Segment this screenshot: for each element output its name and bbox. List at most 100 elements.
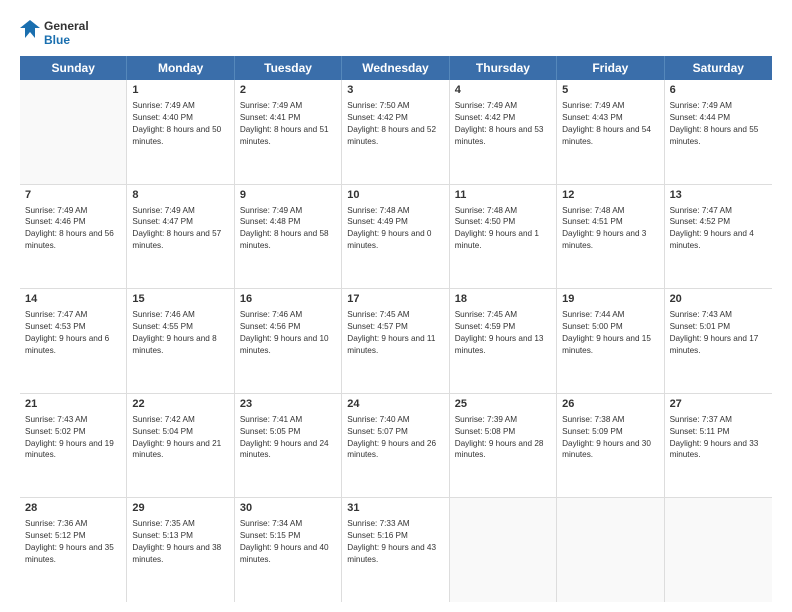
sun-info: Sunrise: 7:49 AMSunset: 4:41 PMDaylight:… [240,100,336,148]
calendar-day-11: 11Sunrise: 7:48 AMSunset: 4:50 PMDayligh… [450,185,557,289]
sun-info: Sunrise: 7:38 AMSunset: 5:09 PMDaylight:… [562,414,658,462]
calendar-week-2: 7Sunrise: 7:49 AMSunset: 4:46 PMDaylight… [20,185,772,290]
logo: General Blue [20,18,89,48]
day-number: 20 [670,292,767,308]
day-header-monday: Monday [127,56,234,80]
calendar-day-26: 26Sunrise: 7:38 AMSunset: 5:09 PMDayligh… [557,394,664,498]
day-header-saturday: Saturday [665,56,772,80]
day-number: 24 [347,397,443,413]
day-header-wednesday: Wednesday [342,56,449,80]
calendar-header: SundayMondayTuesdayWednesdayThursdayFrid… [20,56,772,80]
calendar-day-empty [450,498,557,602]
day-number: 19 [562,292,658,308]
calendar-week-5: 28Sunrise: 7:36 AMSunset: 5:12 PMDayligh… [20,498,772,602]
sun-info: Sunrise: 7:37 AMSunset: 5:11 PMDaylight:… [670,414,767,462]
calendar-day-14: 14Sunrise: 7:47 AMSunset: 4:53 PMDayligh… [20,289,127,393]
calendar-day-18: 18Sunrise: 7:45 AMSunset: 4:59 PMDayligh… [450,289,557,393]
day-number: 16 [240,292,336,308]
day-number: 12 [562,188,658,204]
sun-info: Sunrise: 7:43 AMSunset: 5:02 PMDaylight:… [25,414,121,462]
calendar-day-24: 24Sunrise: 7:40 AMSunset: 5:07 PMDayligh… [342,394,449,498]
sun-info: Sunrise: 7:49 AMSunset: 4:44 PMDaylight:… [670,100,767,148]
sun-info: Sunrise: 7:49 AMSunset: 4:40 PMDaylight:… [132,100,228,148]
calendar-day-empty [665,498,772,602]
day-number: 6 [670,83,767,99]
calendar-day-2: 2Sunrise: 7:49 AMSunset: 4:41 PMDaylight… [235,80,342,184]
sun-info: Sunrise: 7:35 AMSunset: 5:13 PMDaylight:… [132,518,228,566]
day-number: 7 [25,188,121,204]
sun-info: Sunrise: 7:49 AMSunset: 4:42 PMDaylight:… [455,100,551,148]
calendar-day-5: 5Sunrise: 7:49 AMSunset: 4:43 PMDaylight… [557,80,664,184]
calendar-day-30: 30Sunrise: 7:34 AMSunset: 5:15 PMDayligh… [235,498,342,602]
calendar-week-4: 21Sunrise: 7:43 AMSunset: 5:02 PMDayligh… [20,394,772,499]
sun-info: Sunrise: 7:48 AMSunset: 4:49 PMDaylight:… [347,205,443,253]
calendar-page: General Blue SundayMondayTuesdayWednesda… [0,0,792,612]
day-number: 25 [455,397,551,413]
day-number: 30 [240,501,336,517]
calendar-body: 1Sunrise: 7:49 AMSunset: 4:40 PMDaylight… [20,80,772,602]
calendar-day-20: 20Sunrise: 7:43 AMSunset: 5:01 PMDayligh… [665,289,772,393]
sun-info: Sunrise: 7:49 AMSunset: 4:48 PMDaylight:… [240,205,336,253]
calendar-day-6: 6Sunrise: 7:49 AMSunset: 4:44 PMDaylight… [665,80,772,184]
day-number: 28 [25,501,121,517]
day-number: 2 [240,83,336,99]
sun-info: Sunrise: 7:48 AMSunset: 4:50 PMDaylight:… [455,205,551,253]
page-header: General Blue [20,18,772,48]
day-number: 29 [132,501,228,517]
day-number: 5 [562,83,658,99]
sun-info: Sunrise: 7:47 AMSunset: 4:52 PMDaylight:… [670,205,767,253]
day-header-friday: Friday [557,56,664,80]
calendar-day-23: 23Sunrise: 7:41 AMSunset: 5:05 PMDayligh… [235,394,342,498]
sun-info: Sunrise: 7:45 AMSunset: 4:57 PMDaylight:… [347,309,443,357]
day-number: 11 [455,188,551,204]
day-number: 3 [347,83,443,99]
calendar-day-1: 1Sunrise: 7:49 AMSunset: 4:40 PMDaylight… [127,80,234,184]
calendar-day-19: 19Sunrise: 7:44 AMSunset: 5:00 PMDayligh… [557,289,664,393]
calendar-day-22: 22Sunrise: 7:42 AMSunset: 5:04 PMDayligh… [127,394,234,498]
sun-info: Sunrise: 7:49 AMSunset: 4:43 PMDaylight:… [562,100,658,148]
calendar-week-3: 14Sunrise: 7:47 AMSunset: 4:53 PMDayligh… [20,289,772,394]
calendar-day-9: 9Sunrise: 7:49 AMSunset: 4:48 PMDaylight… [235,185,342,289]
sun-info: Sunrise: 7:47 AMSunset: 4:53 PMDaylight:… [25,309,121,357]
day-number: 18 [455,292,551,308]
day-number: 23 [240,397,336,413]
calendar-day-empty [20,80,127,184]
sun-info: Sunrise: 7:41 AMSunset: 5:05 PMDaylight:… [240,414,336,462]
calendar-day-15: 15Sunrise: 7:46 AMSunset: 4:55 PMDayligh… [127,289,234,393]
day-number: 13 [670,188,767,204]
sun-info: Sunrise: 7:46 AMSunset: 4:56 PMDaylight:… [240,309,336,357]
sun-info: Sunrise: 7:49 AMSunset: 4:47 PMDaylight:… [132,205,228,253]
sun-info: Sunrise: 7:44 AMSunset: 5:00 PMDaylight:… [562,309,658,357]
day-number: 17 [347,292,443,308]
day-number: 21 [25,397,121,413]
sun-info: Sunrise: 7:39 AMSunset: 5:08 PMDaylight:… [455,414,551,462]
calendar-day-12: 12Sunrise: 7:48 AMSunset: 4:51 PMDayligh… [557,185,664,289]
day-number: 4 [455,83,551,99]
sun-info: Sunrise: 7:46 AMSunset: 4:55 PMDaylight:… [132,309,228,357]
calendar-day-4: 4Sunrise: 7:49 AMSunset: 4:42 PMDaylight… [450,80,557,184]
calendar-day-7: 7Sunrise: 7:49 AMSunset: 4:46 PMDaylight… [20,185,127,289]
calendar-day-10: 10Sunrise: 7:48 AMSunset: 4:49 PMDayligh… [342,185,449,289]
calendar-day-16: 16Sunrise: 7:46 AMSunset: 4:56 PMDayligh… [235,289,342,393]
calendar-day-25: 25Sunrise: 7:39 AMSunset: 5:08 PMDayligh… [450,394,557,498]
sun-info: Sunrise: 7:42 AMSunset: 5:04 PMDaylight:… [132,414,228,462]
calendar-day-27: 27Sunrise: 7:37 AMSunset: 5:11 PMDayligh… [665,394,772,498]
day-header-tuesday: Tuesday [235,56,342,80]
calendar-day-29: 29Sunrise: 7:35 AMSunset: 5:13 PMDayligh… [127,498,234,602]
sun-info: Sunrise: 7:33 AMSunset: 5:16 PMDaylight:… [347,518,443,566]
sun-info: Sunrise: 7:43 AMSunset: 5:01 PMDaylight:… [670,309,767,357]
logo-blue: Blue [44,33,89,47]
calendar-day-8: 8Sunrise: 7:49 AMSunset: 4:47 PMDaylight… [127,185,234,289]
day-header-sunday: Sunday [20,56,127,80]
day-number: 1 [132,83,228,99]
sun-info: Sunrise: 7:49 AMSunset: 4:46 PMDaylight:… [25,205,121,253]
calendar-day-28: 28Sunrise: 7:36 AMSunset: 5:12 PMDayligh… [20,498,127,602]
day-number: 9 [240,188,336,204]
day-number: 10 [347,188,443,204]
calendar: SundayMondayTuesdayWednesdayThursdayFrid… [20,56,772,602]
sun-info: Sunrise: 7:40 AMSunset: 5:07 PMDaylight:… [347,414,443,462]
day-number: 22 [132,397,228,413]
calendar-day-31: 31Sunrise: 7:33 AMSunset: 5:16 PMDayligh… [342,498,449,602]
calendar-day-13: 13Sunrise: 7:47 AMSunset: 4:52 PMDayligh… [665,185,772,289]
calendar-week-1: 1Sunrise: 7:49 AMSunset: 4:40 PMDaylight… [20,80,772,185]
